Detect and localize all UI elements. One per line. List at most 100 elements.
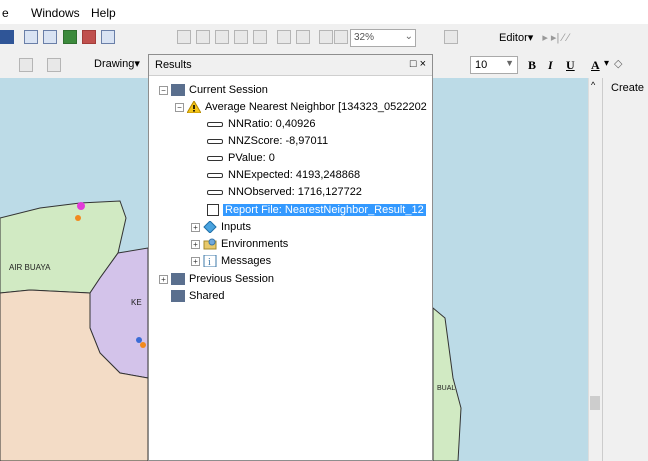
map-label-ke: KE [131, 298, 142, 307]
map-view[interactable]: AIR BUAYA KE [0, 78, 148, 461]
fill-color-icon[interactable]: ◇ [614, 57, 622, 70]
tree-tool-result[interactable]: − Average Nearest Neighbor [134323_052220… [175, 99, 427, 116]
font-size-select[interactable]: 10 ▼ [470, 56, 518, 74]
expand-icon[interactable]: + [191, 222, 200, 232]
value-icon [207, 138, 223, 144]
arctoolbox-icon[interactable] [63, 30, 77, 44]
fixed-zoom-icon[interactable] [253, 30, 267, 44]
editor-label: Editor [499, 32, 528, 44]
nnzscore-label: NNZScore: -8,97011 [228, 135, 329, 147]
zoom-in-icon[interactable] [177, 30, 191, 44]
window-controls[interactable]: □ × [410, 58, 426, 70]
editor-menu[interactable]: Editor▾ ▸ ▸| ⁄ ⁄ [499, 31, 569, 44]
nnobserved-label: NNObserved: 1716,127722 [228, 186, 362, 198]
menu-bar: e Windows Help [0, 0, 648, 24]
catalog-icon[interactable] [43, 30, 57, 44]
report-file-item[interactable]: Report File: NearestNeighbor_Result_12 [207, 202, 426, 219]
result-value[interactable]: NNRatio: 0,40926 [207, 116, 315, 133]
chevron-down-icon: ▾ [527, 32, 534, 44]
tree-messages[interactable]: + i Messages [191, 253, 271, 270]
expand-icon[interactable]: + [191, 256, 200, 266]
tree-current-session[interactable]: − Current Session [159, 82, 268, 99]
edit-tools-icon[interactable]: ▸ ▸| ⁄ ⁄ [542, 32, 569, 44]
map-view-right[interactable]: BUAL [433, 78, 588, 461]
page-layout-icon[interactable] [296, 30, 310, 44]
page-icon[interactable] [277, 30, 291, 44]
map-pin-orange-2 [140, 342, 146, 348]
session-icon [171, 84, 185, 97]
toolbox-icon[interactable] [82, 30, 96, 44]
results-title-bar[interactable]: Results □ × [149, 55, 432, 76]
font-color-button[interactable]: A [591, 58, 600, 73]
menu-windows[interactable]: Windows [31, 6, 80, 20]
menu-help[interactable]: Help [91, 6, 116, 20]
tree-environments[interactable]: + Environments [191, 236, 288, 253]
collapse-icon[interactable]: − [159, 85, 168, 95]
messages-label: Messages [221, 255, 272, 267]
zoom-out-icon[interactable] [196, 30, 210, 44]
chevron-down-icon: ▼ [505, 58, 514, 68]
value-icon [207, 189, 223, 195]
result-value[interactable]: NNObserved: 1716,127722 [207, 184, 362, 201]
full-extent-icon[interactable] [234, 30, 248, 44]
previous-session-label: Previous Session [189, 273, 274, 285]
expand-icon[interactable]: + [159, 274, 168, 284]
tree-previous-session[interactable]: + Previous Session [159, 271, 274, 288]
add-data-icon[interactable] [47, 58, 61, 72]
tool-label: Average Nearest Neighbor [134323_0522202 [205, 101, 427, 113]
result-value[interactable]: NNExpected: 4193,248868 [207, 167, 360, 184]
warning-icon [186, 100, 202, 114]
command-line-icon[interactable] [101, 30, 115, 44]
tree-shared[interactable]: Shared [171, 288, 224, 305]
map-pin-orange [75, 215, 81, 221]
scroll-up-icon[interactable]: ^ [591, 80, 595, 90]
report-file-label: Report File: NearestNeighbor_Result_12 [223, 204, 426, 216]
chevron-down-icon: ⌄ [404, 31, 413, 42]
drawing-menu[interactable]: Drawing▾ [94, 57, 140, 70]
chevron-down-icon: ▾ [134, 58, 140, 70]
layout-zoom-out-icon[interactable] [334, 30, 348, 44]
pvalue-label: PValue: 0 [228, 152, 275, 164]
menu-item-fragment[interactable]: e [2, 6, 9, 20]
result-value[interactable]: PValue: 0 [207, 150, 275, 167]
environments-label: Environments [221, 238, 289, 250]
shared-label: Shared [189, 290, 225, 302]
inputs-label: Inputs [221, 221, 251, 233]
svg-text:i: i [208, 257, 211, 267]
underline-button[interactable]: U [566, 58, 575, 73]
map-label-bual: BUAL [437, 385, 456, 392]
environments-icon [203, 238, 217, 250]
bold-button[interactable]: B [528, 58, 536, 73]
info-icon: i [203, 254, 217, 268]
expand-icon[interactable]: + [191, 239, 200, 249]
create-panel-title: Create [611, 82, 645, 94]
nnexpected-label: NNExpected: 4193,248868 [228, 169, 361, 181]
value-icon [207, 155, 223, 161]
session-icon [171, 273, 185, 286]
diamond-icon [203, 220, 217, 234]
map-canvas-right [433, 307, 462, 461]
collapse-icon[interactable]: − [175, 102, 184, 112]
layout-zoom-icon[interactable] [319, 30, 333, 44]
results-title: Results [155, 59, 192, 71]
create-features-panel [602, 78, 648, 461]
edit-tool-icon[interactable] [0, 30, 14, 44]
layer-icon[interactable] [19, 58, 33, 72]
zoom-percent-select[interactable]: 32% ⌄ [350, 29, 416, 47]
italic-button[interactable]: I [548, 58, 553, 73]
tree-inputs[interactable]: + Inputs [191, 219, 251, 236]
results-window: Results □ × − Current Session − Average Ne… [148, 54, 433, 461]
result-value[interactable]: NNZScore: -8,97011 [207, 133, 328, 150]
scrollbar-thumb[interactable] [590, 396, 600, 410]
map-pin-magenta [77, 202, 85, 210]
focus-data-frame-icon[interactable] [444, 30, 458, 44]
zoom-percent-value: 32% [354, 32, 375, 43]
map-label-air-buaya: AIR BUAYA [9, 263, 51, 272]
chevron-down-icon[interactable]: ▾ [604, 58, 609, 69]
pan-icon[interactable] [215, 30, 229, 44]
nnratio-label: NNRatio: 0,40926 [228, 118, 316, 130]
drawing-label: Drawing [94, 58, 135, 70]
font-size-value: 10 [475, 59, 488, 71]
table-icon[interactable] [24, 30, 38, 44]
value-icon [207, 172, 223, 178]
